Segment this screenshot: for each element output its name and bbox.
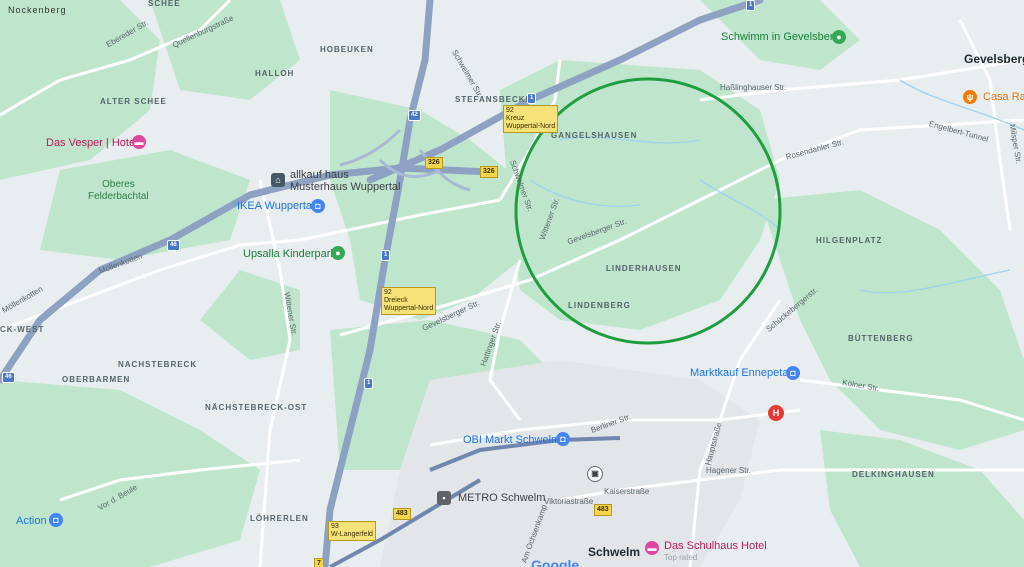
shopping-bag-icon[interactable]: ◘ xyxy=(556,432,570,446)
area-label-schee: SCHEE xyxy=(148,0,181,8)
poi-label-marktkauf[interactable]: Marktkauf Ennepetal xyxy=(690,368,791,379)
area-label-felderbachtal: Felderbachtal xyxy=(88,191,149,202)
area-label-loehrerlen: LÖHRERLEN xyxy=(250,514,309,523)
motorway-shield-a1: 1 xyxy=(746,0,756,11)
area-label-gangelshausen: GANGELSHAUSEN xyxy=(551,131,638,140)
area-label-hobeuken: HOBEUKEN xyxy=(320,45,374,54)
area-label-linderhausen: LINDERHAUSEN xyxy=(606,264,682,273)
road-shield-b483: 483 xyxy=(594,504,612,516)
poi-label-obi[interactable]: OBI Markt Schwelm xyxy=(463,435,560,446)
road xyxy=(258,179,292,567)
area-label-nockenberg: Nockenberg xyxy=(8,5,67,15)
junction-number: 92 xyxy=(506,107,514,114)
poi-label-action[interactable]: Action xyxy=(16,516,47,527)
junction-number-7: 7 xyxy=(314,558,324,567)
forest-area xyxy=(40,150,250,260)
poi-sublabel-schulhaus: Top rated xyxy=(664,553,698,562)
motorway-shield-a1: 1 xyxy=(364,378,374,389)
poi-label-allkauf[interactable]: allkauf haus xyxy=(290,170,349,181)
road-shield-b326: 326 xyxy=(480,166,498,178)
junction-name: Wuppertal-Nord xyxy=(384,305,434,312)
junction-label-dreieck: 92 Dreieck Wuppertal-Nord xyxy=(381,287,437,315)
city-label-schwelm: Schwelm xyxy=(588,545,641,559)
poi-label-metro[interactable]: METRO Schwelm xyxy=(458,493,545,504)
poi-label-upsalla[interactable]: Upsalla Kinderpark xyxy=(243,249,336,260)
area-label-delkinghausen: DELKINGHAUSEN xyxy=(852,470,935,479)
area-label-ck-west: CK-WEST xyxy=(0,325,45,334)
poi-label-schulhaus[interactable]: Das Schulhaus Hotel xyxy=(664,541,767,552)
hospital-icon[interactable]: H xyxy=(768,405,784,421)
junction-type: Dreieck xyxy=(384,297,408,304)
google-logo: Google xyxy=(531,557,580,567)
junction-name: W-Langerfeld xyxy=(331,531,373,538)
junction-number: 92 xyxy=(384,289,392,296)
street-label: Kaiserstraße xyxy=(604,487,650,496)
shopping-bag-icon[interactable]: ◘ xyxy=(49,513,63,527)
map-canvas[interactable]: Nockenberg SCHEE HOBEUKEN HALLOH ALTER S… xyxy=(0,0,1024,567)
restaurant-icon[interactable]: ψ xyxy=(963,90,977,104)
poi-label-casa[interactable]: Casa Ras xyxy=(983,92,1024,103)
area-label-hilgenplatz: HILGENPLATZ xyxy=(816,236,883,245)
park-icon[interactable]: ● xyxy=(331,246,345,260)
shopping-bag-icon[interactable]: ◘ xyxy=(786,366,800,380)
motorway-shield-a46: 46 xyxy=(167,240,180,251)
area-label-stefansbecke: STEFANSBECKE xyxy=(455,95,532,104)
street-label: Haßlinghauser Str. xyxy=(720,83,787,92)
train-icon[interactable]: ▣ xyxy=(587,466,603,482)
poi-label-das-vesper[interactable]: Das Vesper | Hotel xyxy=(46,138,138,149)
motorway-shield-a42: 42 xyxy=(408,110,421,121)
street-label: Viktoriastraße xyxy=(544,497,594,506)
street-label: Hagener Str. xyxy=(706,466,751,475)
area-label-oberes: Oberes xyxy=(102,179,135,190)
area-label-oberbarmen: OBERBARMEN xyxy=(62,375,131,384)
forest-area xyxy=(820,430,1024,567)
home-store-icon[interactable]: ⌂ xyxy=(271,173,285,187)
area-label-alter-schee: ALTER SCHEE xyxy=(100,97,167,106)
junction-label-langerfeld: 93 W-Langerfeld xyxy=(328,521,376,541)
area-label-lindenberg: LINDENBERG xyxy=(568,301,631,310)
area-label-nachstebreck-ost: NÄCHSTEBRECK-OST xyxy=(205,403,308,412)
motorway-shield-a1: 1 xyxy=(527,93,537,104)
junction-number: 93 xyxy=(331,523,339,530)
area-label-nachstebreck: NACHSTEBRECK xyxy=(118,360,198,369)
motorway-shield-a46: 46 xyxy=(2,372,15,383)
poi-label-ikea[interactable]: IKEA Wuppertal xyxy=(237,201,314,212)
area-label-buettenberg: BÜTTENBERG xyxy=(848,334,914,343)
area-label-halloh: HALLOH xyxy=(255,69,295,78)
city-label-gevelsberg: Gevelsberg xyxy=(964,52,1024,66)
bed-icon[interactable]: ▬ xyxy=(132,135,146,149)
junction-label-kreuz: 92 Kreuz Wuppertal-Nord xyxy=(503,105,559,133)
bed-icon[interactable]: ▬ xyxy=(645,541,659,555)
road-shield-b326: 326 xyxy=(425,157,443,169)
junction-type: Kreuz xyxy=(506,115,525,122)
park-icon[interactable]: ● xyxy=(832,30,846,44)
poi-label-schwimm[interactable]: Schwimm in Gevelsberg xyxy=(721,32,840,43)
store-icon[interactable]: ▪ xyxy=(437,491,451,505)
shopping-bag-icon[interactable]: ◘ xyxy=(311,199,325,213)
map-base-layer xyxy=(0,0,1024,567)
junction-name: Wuppertal-Nord xyxy=(506,123,556,130)
motorway-shield-a1: 1 xyxy=(381,250,391,261)
poi-label-musterhaus[interactable]: Musterhaus Wuppertal xyxy=(290,182,400,193)
road-shield-b483: 483 xyxy=(393,508,411,520)
